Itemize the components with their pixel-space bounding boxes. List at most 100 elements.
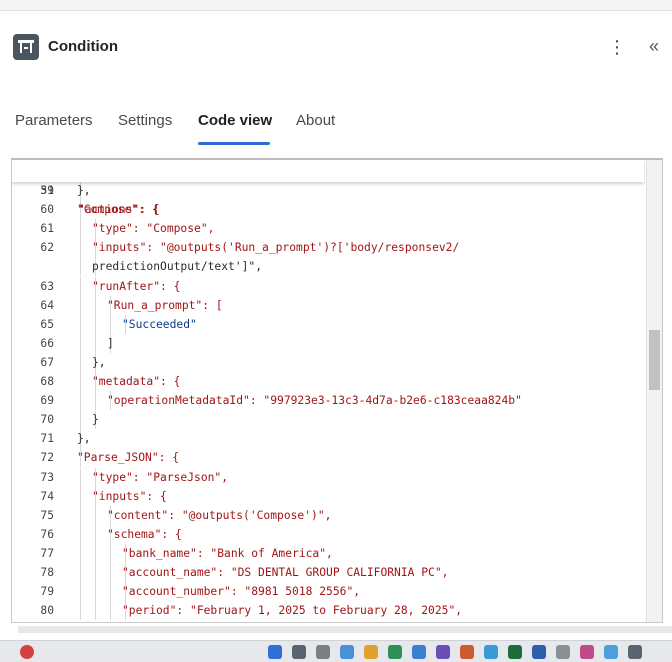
code-text: }, (77, 184, 91, 197)
app-icon[interactable] (484, 645, 498, 659)
code-line: predictionOutput/text']", (12, 257, 644, 277)
horizontal-scrollbar[interactable] (18, 626, 672, 633)
code-line: 63 "runAfter": { (12, 276, 644, 296)
app-icon[interactable] (532, 645, 546, 659)
code-text: "type": "Compose", (92, 222, 215, 236)
code-text: }, (92, 355, 106, 369)
tab-about[interactable]: About (296, 112, 335, 129)
line-number: 70 (40, 413, 54, 427)
sticky-scroll-header: 31 "actions": { (12, 160, 644, 216)
indent-guide (80, 410, 81, 430)
code-line: 77 "bank_name": "Bank of America", (12, 543, 644, 563)
indent-guide (110, 314, 111, 334)
code-line: 74 "inputs": { (12, 486, 644, 506)
active-tab-indicator (198, 142, 270, 145)
line-number: 64 (40, 298, 54, 312)
app-icon[interactable] (556, 645, 570, 659)
indent-guide (95, 582, 96, 602)
indent-guide (95, 333, 96, 353)
code-line: 71}, (12, 429, 644, 449)
app-icon[interactable] (460, 645, 474, 659)
condition-icon (13, 34, 39, 60)
app-icon[interactable] (508, 645, 522, 659)
scrollbar-thumb[interactable] (649, 330, 660, 390)
code-editor[interactable]: 59}, 60 "Compose": {61 "type": "Compose", 62… (11, 158, 663, 623)
app-icon[interactable] (436, 645, 450, 659)
code-text: predictionOutput/text']", (92, 260, 263, 274)
start-icon[interactable] (268, 645, 282, 659)
app-icon[interactable] (628, 645, 642, 659)
folder-icon[interactable] (364, 645, 378, 659)
indent-guide (110, 601, 111, 621)
indent-guide (95, 295, 96, 315)
code-line: 79 "account_number": "8981 5018 2556", (12, 582, 644, 602)
collapse-panel-icon[interactable]: « (644, 34, 664, 60)
code-text: "Succeeded" (122, 317, 197, 331)
tab-parameters[interactable]: Parameters (15, 112, 93, 129)
line-number: 80 (40, 604, 54, 618)
code-text: "inputs": { (92, 489, 167, 503)
code-line: 61 "type": "Compose", (12, 219, 644, 239)
tab-bar: Parameters Settings Code view About (0, 106, 672, 146)
editor-vertical-scrollbar[interactable] (646, 160, 662, 622)
line-number: 73 (40, 470, 54, 484)
indent-guide (80, 295, 81, 315)
window-top-strip (0, 0, 672, 11)
indent-guide (95, 601, 96, 621)
app-icon[interactable] (388, 645, 402, 659)
panel-header: Condition ⋮ « (0, 28, 672, 68)
code-line: 64 "Run_a_prompt": [ (12, 295, 644, 315)
code-text: ] (107, 336, 114, 350)
app-icon[interactable] (604, 645, 618, 659)
tab-code-view[interactable]: Code view (198, 112, 272, 129)
code-line: 66] (12, 333, 644, 353)
code-text: "schema": { (107, 527, 182, 541)
line-number: 78 (40, 566, 54, 579)
code-line: 76 "schema": { (12, 524, 644, 544)
indent-guide (80, 543, 81, 563)
indent-guide (80, 563, 81, 582)
code-line: 73 "type": "ParseJson", (12, 467, 644, 487)
app-icon[interactable] (580, 645, 594, 659)
code-text: "operationMetadataId": "997923e3-13c3-4d… (107, 394, 522, 408)
code-text: "actions": { (78, 203, 160, 216)
app-icon[interactable] (340, 645, 354, 659)
indent-guide (95, 563, 96, 582)
line-number: 74 (40, 489, 54, 503)
code-line: 62 "inputs": "@outputs('Run_a_prompt')?['… (12, 238, 644, 258)
line-number: 63 (40, 279, 54, 293)
indent-guide (80, 467, 81, 487)
search-icon[interactable] (292, 645, 306, 659)
indent-guide (95, 505, 96, 525)
notification-icon[interactable] (20, 645, 34, 659)
line-number: 65 (40, 317, 54, 331)
indent-guide (80, 524, 81, 544)
indent-guide (95, 314, 96, 334)
code-line: 78 "account_name": "DS DENTAL GROUP CALIF… (12, 563, 644, 582)
indent-guide (80, 372, 81, 391)
code-text: "Parse_JSON": { (77, 451, 180, 465)
task-view-icon[interactable] (316, 645, 330, 659)
code-line: 59}, (12, 181, 644, 200)
code-line: 80 "period": "February 1, 2025 to Februar… (12, 601, 644, 621)
indent-guide (110, 543, 111, 563)
code-line: 67}, (12, 352, 644, 372)
line-number: 76 (40, 527, 54, 541)
code-line: 75 "content": "@outputs('Compose')", (12, 505, 644, 525)
taskbar (0, 640, 672, 662)
tab-settings[interactable]: Settings (118, 112, 172, 129)
more-options-icon[interactable]: ⋮ (608, 34, 626, 60)
code-text: }, (77, 432, 91, 446)
line-number: 79 (40, 585, 54, 599)
indent-guide (80, 486, 81, 506)
browser-icon[interactable] (412, 645, 426, 659)
code-text: "account_number": "8981 5018 2556", (122, 585, 361, 599)
indent-guide (110, 582, 111, 602)
panel-title: Condition (48, 38, 118, 55)
code-line: 72 "Parse_JSON": { (12, 448, 644, 468)
line-number: 31 (40, 184, 54, 197)
code-text: "metadata": { (92, 375, 181, 388)
line-number: 62 (40, 241, 54, 255)
indent-guide (80, 391, 81, 411)
indent-guide (80, 314, 81, 334)
